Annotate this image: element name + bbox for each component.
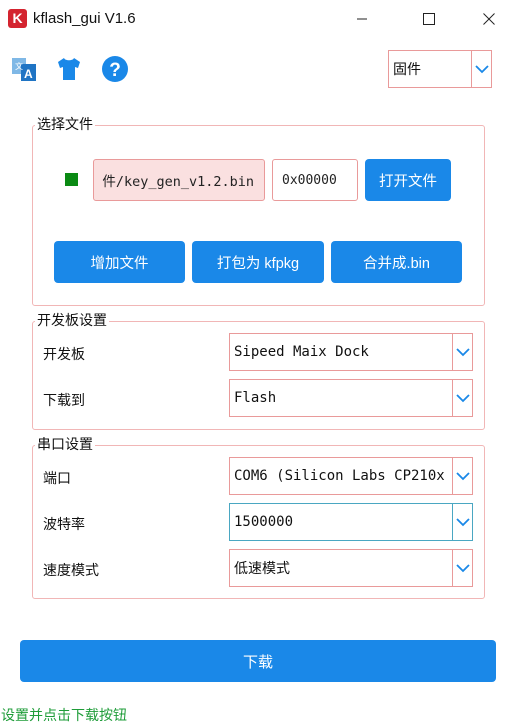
window-title: kflash_gui V1.6 xyxy=(33,10,136,27)
svg-text:文: 文 xyxy=(15,61,23,71)
open-file-button[interactable]: 打开文件 xyxy=(365,159,451,201)
serial-group-title: 串口设置 xyxy=(35,437,95,453)
chevron-down-icon xyxy=(455,517,470,526)
chevron-down-icon xyxy=(474,64,489,73)
target-label: 下载到 xyxy=(43,393,85,409)
file-status-indicator xyxy=(65,173,78,186)
chevron-down-icon xyxy=(455,393,470,402)
tshirt-icon[interactable] xyxy=(55,55,83,83)
target-select[interactable]: Flash xyxy=(229,379,473,417)
maximize-icon xyxy=(423,13,435,25)
svg-text:A: A xyxy=(24,67,33,81)
baud-select-dropdown[interactable] xyxy=(452,504,472,540)
translate-icon[interactable]: 文 A xyxy=(10,55,38,83)
baud-select-value: 1500000 xyxy=(234,514,294,530)
chevron-down-icon xyxy=(455,563,470,572)
speed-select-dropdown[interactable] xyxy=(452,550,472,586)
target-select-value: Flash xyxy=(234,390,277,406)
board-label: 开发板 xyxy=(43,347,85,363)
baud-label: 波特率 xyxy=(43,517,85,533)
speed-select-value: 低速模式 xyxy=(234,561,290,577)
chevron-down-icon xyxy=(455,471,470,480)
port-label: 端口 xyxy=(43,471,71,487)
file-path-field[interactable]: 件/key_gen_v1.2.bin xyxy=(93,159,265,201)
baud-select[interactable]: 1500000 xyxy=(229,503,473,541)
add-file-button[interactable]: 增加文件 xyxy=(54,241,185,283)
mode-select-dropdown[interactable] xyxy=(471,51,491,87)
board-select-value: Sipeed Maix Dock xyxy=(234,344,369,360)
help-icon[interactable]: ? xyxy=(101,55,129,83)
close-icon xyxy=(483,13,495,25)
chevron-down-icon xyxy=(455,347,470,356)
status-message: 设置并点击下载按钮 xyxy=(1,708,127,724)
target-select-dropdown[interactable] xyxy=(452,380,472,416)
port-select-dropdown[interactable] xyxy=(452,458,472,494)
title-bar[interactable]: K kflash_gui V1.6 xyxy=(0,0,518,38)
port-select-value: COM6 (Silicon Labs CP210x xyxy=(234,468,445,484)
minimize-icon xyxy=(357,18,367,20)
maximize-button[interactable] xyxy=(406,0,452,38)
port-select[interactable]: COM6 (Silicon Labs CP210x xyxy=(229,457,473,495)
pack-kfpkg-button[interactable]: 打包为 kfpkg xyxy=(192,241,324,283)
download-button[interactable]: 下载 xyxy=(20,640,496,682)
speed-select[interactable]: 低速模式 xyxy=(229,549,473,587)
close-button[interactable] xyxy=(466,0,512,38)
mode-select-value: 固件 xyxy=(393,62,421,78)
mode-select[interactable]: 固件 xyxy=(388,50,492,88)
board-group-title: 开发板设置 xyxy=(35,313,109,329)
merge-bin-button[interactable]: 合并成.bin xyxy=(331,241,462,283)
board-select-dropdown[interactable] xyxy=(452,334,472,370)
board-select[interactable]: Sipeed Maix Dock xyxy=(229,333,473,371)
address-input[interactable] xyxy=(272,159,358,201)
svg-text:?: ? xyxy=(109,60,121,81)
speed-label: 速度模式 xyxy=(43,563,99,579)
file-group-title: 选择文件 xyxy=(35,117,95,133)
app-logo-icon: K xyxy=(8,9,27,28)
minimize-button[interactable] xyxy=(339,0,385,38)
